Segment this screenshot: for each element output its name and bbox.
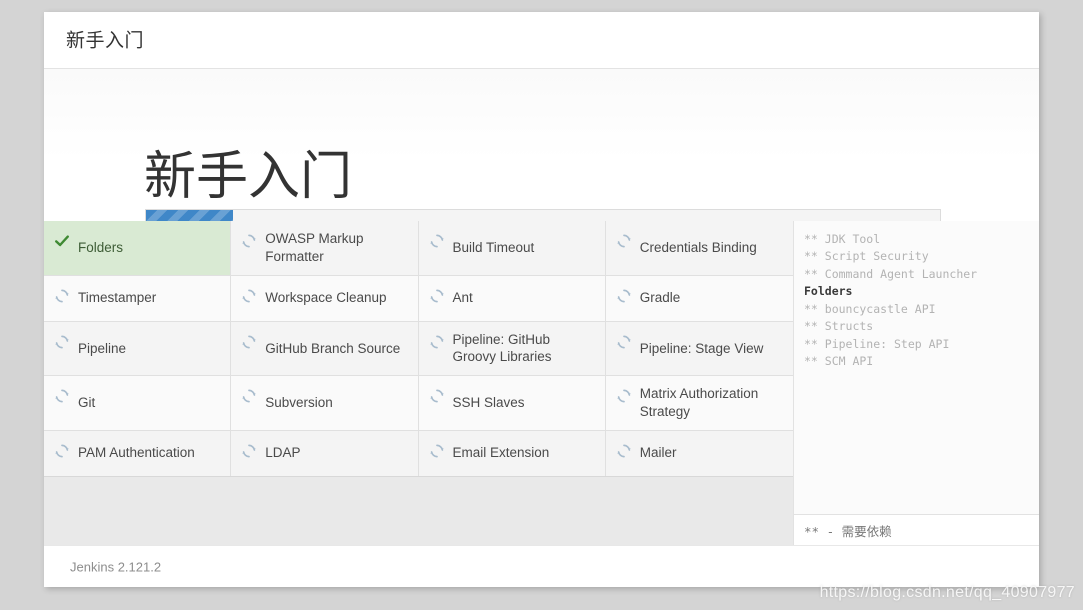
plugin-name-label: Mailer: [639, 445, 677, 461]
plugin-name-label: Git: [78, 395, 96, 411]
spinner-icon: [429, 334, 445, 350]
plugin-cell: OWASP Markup Formatter: [231, 221, 419, 275]
install-log-line: ** bouncycastle API: [804, 301, 936, 316]
spinner-icon: [241, 443, 257, 459]
install-body: Folders OWASP Markup Formatter Build Timeo…: [44, 221, 1039, 545]
plugin-cell: Build Timeout: [418, 221, 606, 275]
plugin-cell: Pipeline: GitHub Groovy Libraries: [418, 321, 606, 376]
plugin-cell: Folders: [44, 221, 232, 275]
plugin-name-label: Build Timeout: [452, 239, 535, 255]
plugin-cell: Pipeline: Stage View: [605, 321, 793, 376]
plugin-cell: LDAP: [231, 430, 419, 476]
spinner-icon: [616, 334, 632, 350]
plugin-cell: Gradle: [605, 275, 793, 321]
plugin-grid: Folders OWASP Markup Formatter Build Timeo…: [44, 221, 793, 477]
spinner-icon: [241, 288, 257, 304]
plugin-name-label: Timestamper: [78, 290, 157, 306]
plugin-name-label: Subversion: [265, 395, 333, 411]
spinner-icon: [616, 233, 632, 249]
spinner-icon: [241, 233, 257, 249]
page-footer: Jenkins 2.121.2: [44, 545, 1039, 587]
plugin-cell: Ant: [418, 275, 606, 321]
spinner-icon: [54, 334, 70, 350]
page-title: 新手入门: [144, 148, 353, 206]
spinner-icon: [429, 443, 445, 459]
spinner-icon: [616, 443, 632, 459]
install-log-line: ** Structs: [804, 319, 874, 334]
plugin-grid-row: Pipeline GitHub Branch Source Pipeline: Gi…: [44, 321, 793, 377]
spinner-icon: [241, 388, 257, 404]
plugin-name-label: GitHub Branch Source: [265, 340, 401, 356]
plugin-grid-row: PAM Authentication LDAP Email Extension Mai…: [44, 430, 793, 477]
install-log-line: ** Script Security: [804, 249, 929, 264]
spinner-icon: [616, 388, 632, 404]
install-log-line: ** Pipeline: Step API: [804, 336, 950, 351]
spinner-icon: [241, 334, 257, 350]
install-log-line: ** SCM API: [804, 354, 874, 369]
plugin-grid-row: Timestamper Workspace Cleanup Ant Gradle: [44, 275, 793, 322]
install-log-panel: ** JDK Tool ** Script Security ** Command …: [793, 221, 1039, 545]
spinner-icon: [54, 288, 70, 304]
plugin-cell: Pipeline: [44, 321, 232, 376]
plugin-name-label: Gradle: [639, 290, 681, 306]
spinner-icon: [616, 288, 632, 304]
plugin-cell: Timestamper: [44, 275, 232, 321]
plugin-name-label: Credentials Binding: [639, 239, 757, 255]
spinner-icon: [429, 288, 445, 304]
window-topbar: 新手入门: [44, 12, 1039, 69]
plugin-name-label: LDAP: [265, 445, 301, 461]
install-log-line: ** Command Agent Launcher: [804, 266, 978, 281]
plugin-cell: PAM Authentication: [44, 430, 232, 476]
plugin-name-label: Pipeline: GitHub Groovy Libraries: [452, 331, 552, 365]
plugin-cell: Subversion: [231, 376, 419, 430]
install-log-line: ** JDK Tool: [804, 232, 881, 246]
hero-banner: 新手入门: [44, 69, 1039, 221]
plugin-name-label: Workspace Cleanup: [265, 290, 387, 306]
plugin-cell: GitHub Branch Source: [231, 321, 419, 376]
plugin-cell: Workspace Cleanup: [231, 275, 419, 321]
plugin-cell: Git: [44, 376, 232, 430]
install-log-line: Folders: [804, 284, 853, 299]
spinner-icon: [429, 388, 445, 404]
plugin-cell: Mailer: [605, 430, 793, 476]
plugin-cell: Matrix Authorization Strategy: [605, 376, 793, 430]
spinner-icon: [54, 388, 70, 404]
plugin-name-label: Folders: [78, 239, 124, 255]
plugin-grid-row: Folders OWASP Markup Formatter Build Timeo…: [44, 221, 793, 276]
plugin-cell: SSH Slaves: [418, 376, 606, 430]
check-icon: [54, 233, 70, 249]
window-title: 新手入门: [66, 30, 145, 52]
jenkins-version-label: Jenkins 2.121.2: [70, 559, 162, 575]
plugin-name-label: Matrix Authorization Strategy: [639, 386, 759, 420]
spinner-icon: [429, 233, 445, 249]
plugin-name-label: OWASP Markup Formatter: [265, 231, 364, 264]
plugin-cell: Credentials Binding: [605, 221, 793, 275]
plugin-name-label: Email Extension: [452, 445, 550, 461]
spinner-icon: [54, 443, 70, 459]
install-log-list[interactable]: ** JDK Tool ** Script Security ** Command …: [794, 221, 1039, 514]
log-footnote: ** - 需要依赖: [794, 514, 1039, 545]
setup-wizard-card: 新手入门 新手入门 Folders OWASP Markup Formatter B…: [44, 12, 1039, 587]
plugin-name-label: Pipeline: [78, 340, 127, 356]
page-root: 新手入门 新手入门 Folders OWASP Markup Formatter B…: [0, 0, 1083, 610]
plugin-grid-row: Git Subversion SSH Slaves Matrix Authorizat…: [44, 376, 793, 431]
plugin-cell: Email Extension: [418, 430, 606, 476]
plugin-name-label: PAM Authentication: [78, 445, 195, 461]
plugin-name-label: SSH Slaves: [452, 395, 525, 411]
plugin-name-label: Ant: [452, 290, 473, 306]
plugin-name-label: Pipeline: Stage View: [639, 340, 764, 356]
